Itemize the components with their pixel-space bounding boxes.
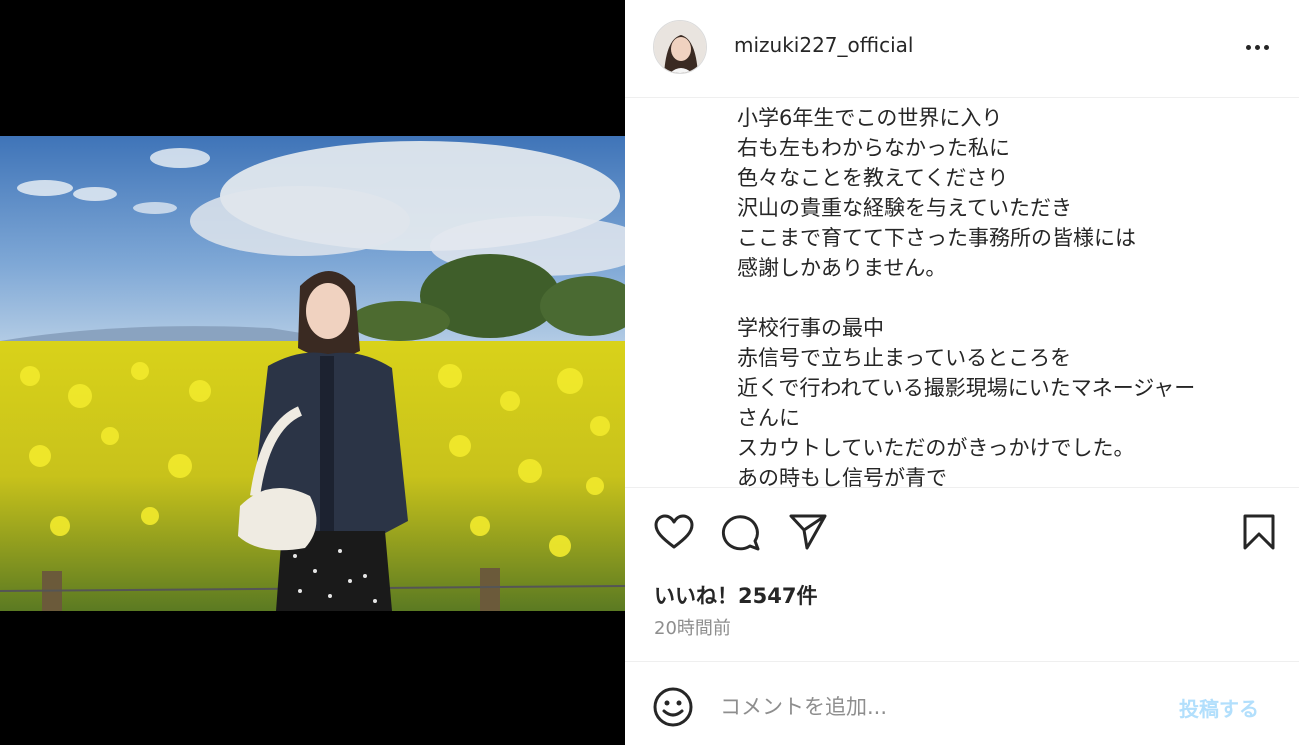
caption-line: 小学6年生でこの世界に入り: [737, 106, 1003, 130]
more-options-icon[interactable]: [1239, 30, 1275, 64]
more-dot: [1263, 44, 1269, 50]
caption-line: あの時もし信号が青で: [737, 466, 947, 488]
comment-icon: [721, 515, 760, 551]
post-details-pane: mizuki227_official 小学6年生でこの世界に入り 右も左もわから…: [625, 0, 1299, 745]
caption-line: 沢山の貴重な経験を与えていただき: [737, 196, 1072, 220]
more-dot: [1254, 44, 1260, 50]
comment-input[interactable]: [720, 686, 1160, 728]
caption-line: 色々なことを教えてくださり: [737, 166, 1009, 190]
share-button[interactable]: [783, 505, 833, 559]
action-bar: [625, 505, 1299, 561]
caption-line: さんに: [737, 406, 800, 430]
caption-line: スカウトしていただのがきっかけでした。: [737, 436, 1135, 460]
heart-icon: [654, 514, 694, 549]
user-avatar[interactable]: [653, 20, 707, 74]
caption-line: [737, 283, 1277, 313]
caption-line: 感謝しかありません。: [737, 256, 947, 280]
caption-line: ここまで育てて下さった事務所の皆様には: [737, 226, 1136, 250]
save-button[interactable]: [1234, 505, 1284, 559]
comment-button[interactable]: [716, 505, 766, 559]
caption-line: 右も左もわからなかった私に: [737, 136, 1010, 160]
more-dot: [1245, 44, 1251, 50]
like-button[interactable]: [649, 505, 699, 559]
bookmark-icon: [1243, 514, 1275, 550]
likes-count[interactable]: いいね！2547件: [654, 580, 817, 610]
post-username[interactable]: mizuki227_official: [734, 33, 913, 57]
post-photo[interactable]: [0, 136, 625, 611]
caption-line: 学校行事の最中: [737, 316, 884, 340]
caption-text: 小学6年生でこの世界に入り 右も左もわからなかった私に 色々なことを教えてくださ…: [737, 103, 1277, 488]
emoji-button[interactable]: [652, 686, 694, 728]
post-timestamp[interactable]: 20時間前: [654, 614, 731, 640]
caption-line: 近くで行われている撮影現場にいたマネージャー: [737, 376, 1196, 400]
emoji-icon: [653, 687, 693, 727]
send-icon: [789, 514, 827, 550]
comment-bar: 投稿する: [625, 661, 1299, 745]
post-comment-button[interactable]: 投稿する: [1179, 693, 1259, 722]
profile-photo: [654, 21, 706, 73]
caption-area[interactable]: 小学6年生でこの世界に入り 右も左もわからなかった私に 色々なことを教えてくださ…: [625, 99, 1299, 488]
post-media-pane: [0, 0, 625, 745]
post-header: mizuki227_official: [625, 0, 1299, 98]
caption-line: 赤信号で立ち止まっているところを: [737, 346, 1072, 370]
